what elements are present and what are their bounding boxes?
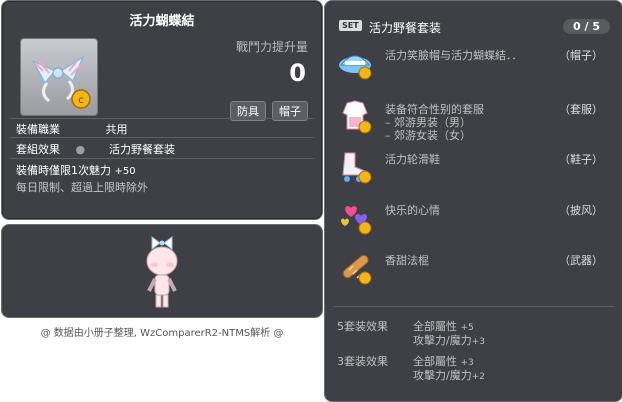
piece-type: （披风）: [559, 204, 603, 217]
power-label: 戰鬥力提升量: [235, 40, 308, 54]
piece-type: （套服）: [559, 103, 603, 116]
piece-type: （武器）: [559, 254, 603, 267]
set-piece-cape: 快乐的心情 （披风）: [337, 198, 609, 240]
item-icon-box: c: [20, 38, 98, 116]
character-preview-panel: [1, 224, 323, 318]
set-tag-badge: SET: [339, 20, 362, 31]
limit-note: 每日限制、超過上限時除外: [16, 181, 148, 194]
character-preview: [146, 236, 178, 308]
piece-name: 快乐的心情: [385, 204, 440, 217]
power-value: 0: [289, 59, 306, 87]
set-bonus-5: 5套装效果 全部屬性 +5 攻擊力/魔力+3: [337, 318, 607, 348]
outfit-icon: [342, 100, 372, 134]
piece-type: （帽子）: [559, 49, 603, 62]
job-value: 共用: [105, 123, 128, 136]
piece-name: 活力轮滑鞋: [385, 153, 440, 166]
limit-plus: +50: [114, 166, 136, 177]
set-effect-label: 套組效果: [16, 143, 60, 156]
piece-type: （鞋子）: [559, 153, 603, 166]
job-row: 裝備職業 共用: [16, 121, 128, 137]
divider: [10, 137, 314, 138]
piece-name: 活力笑臉帽与活力蝴蝶結．．: [385, 49, 523, 62]
bow-ribbon-icon: c: [31, 55, 91, 109]
divider: [333, 306, 614, 307]
set-effect-row: 套組效果 ● 活力野餐套装: [16, 141, 175, 157]
set-piece-outfit: 装备符合性别的套服 – 郊游男装（男） – 郊游女装（女） （套服）: [337, 97, 609, 147]
bonus-line: 攻擊力/魔力+2: [413, 369, 485, 382]
bonus-label: 5套装效果: [337, 320, 388, 333]
limit-row: 裝備時僅限1次魅力 +50: [16, 162, 136, 178]
credit-text: @ 数据由小册子整理, WzComparerR2-NTMS解析 @: [40, 328, 284, 339]
piece-name: 香甜法棍: [385, 254, 429, 267]
limit-text: 裝備時僅限1次魅力: [16, 164, 111, 177]
svg-text:c: c: [78, 95, 84, 106]
set-piece-weapon: 香甜法棍 （武器）: [337, 248, 609, 290]
set-piece-hat: 活力笑臉帽与活力蝴蝶結．． （帽子）: [337, 43, 609, 85]
item-tooltip: 活力蝴蝶結 c 戰鬥力提升量 0 防具 帽子 裝備職業 共用 套組效果 ● 活力…: [1, 0, 323, 220]
divider: [10, 158, 314, 159]
hearts-icon: [341, 206, 372, 235]
set-bonus-3: 3套装效果 全部屬性 +3 攻擊力/魔力+2: [337, 353, 607, 383]
baguette-icon: [342, 254, 372, 285]
bonus-line: 攻擊力/魔力+3: [413, 334, 485, 347]
divider: [10, 118, 314, 119]
lock-icon: ●: [75, 143, 86, 156]
set-effect-value: 活力野餐套装: [109, 143, 175, 156]
piece-sub-female: – 郊游女装（女）: [385, 129, 471, 142]
job-label: 裝備職業: [16, 123, 60, 136]
item-title: 活力蝴蝶結: [129, 14, 195, 29]
set-count-badge: 0 / 5: [563, 19, 610, 34]
bonus-label: 3套装效果: [337, 355, 388, 368]
hat-icon: [339, 55, 372, 80]
set-piece-shoes: 活力轮滑鞋 （鞋子）: [337, 147, 609, 189]
set-info-panel: SET 活力野餐套装 0 / 5 活力笑臉帽与活力蝴蝶結．． （帽子） 装备符合…: [324, 0, 622, 402]
rollerskate-icon: [342, 152, 372, 184]
set-title: 活力野餐套装: [369, 21, 442, 35]
